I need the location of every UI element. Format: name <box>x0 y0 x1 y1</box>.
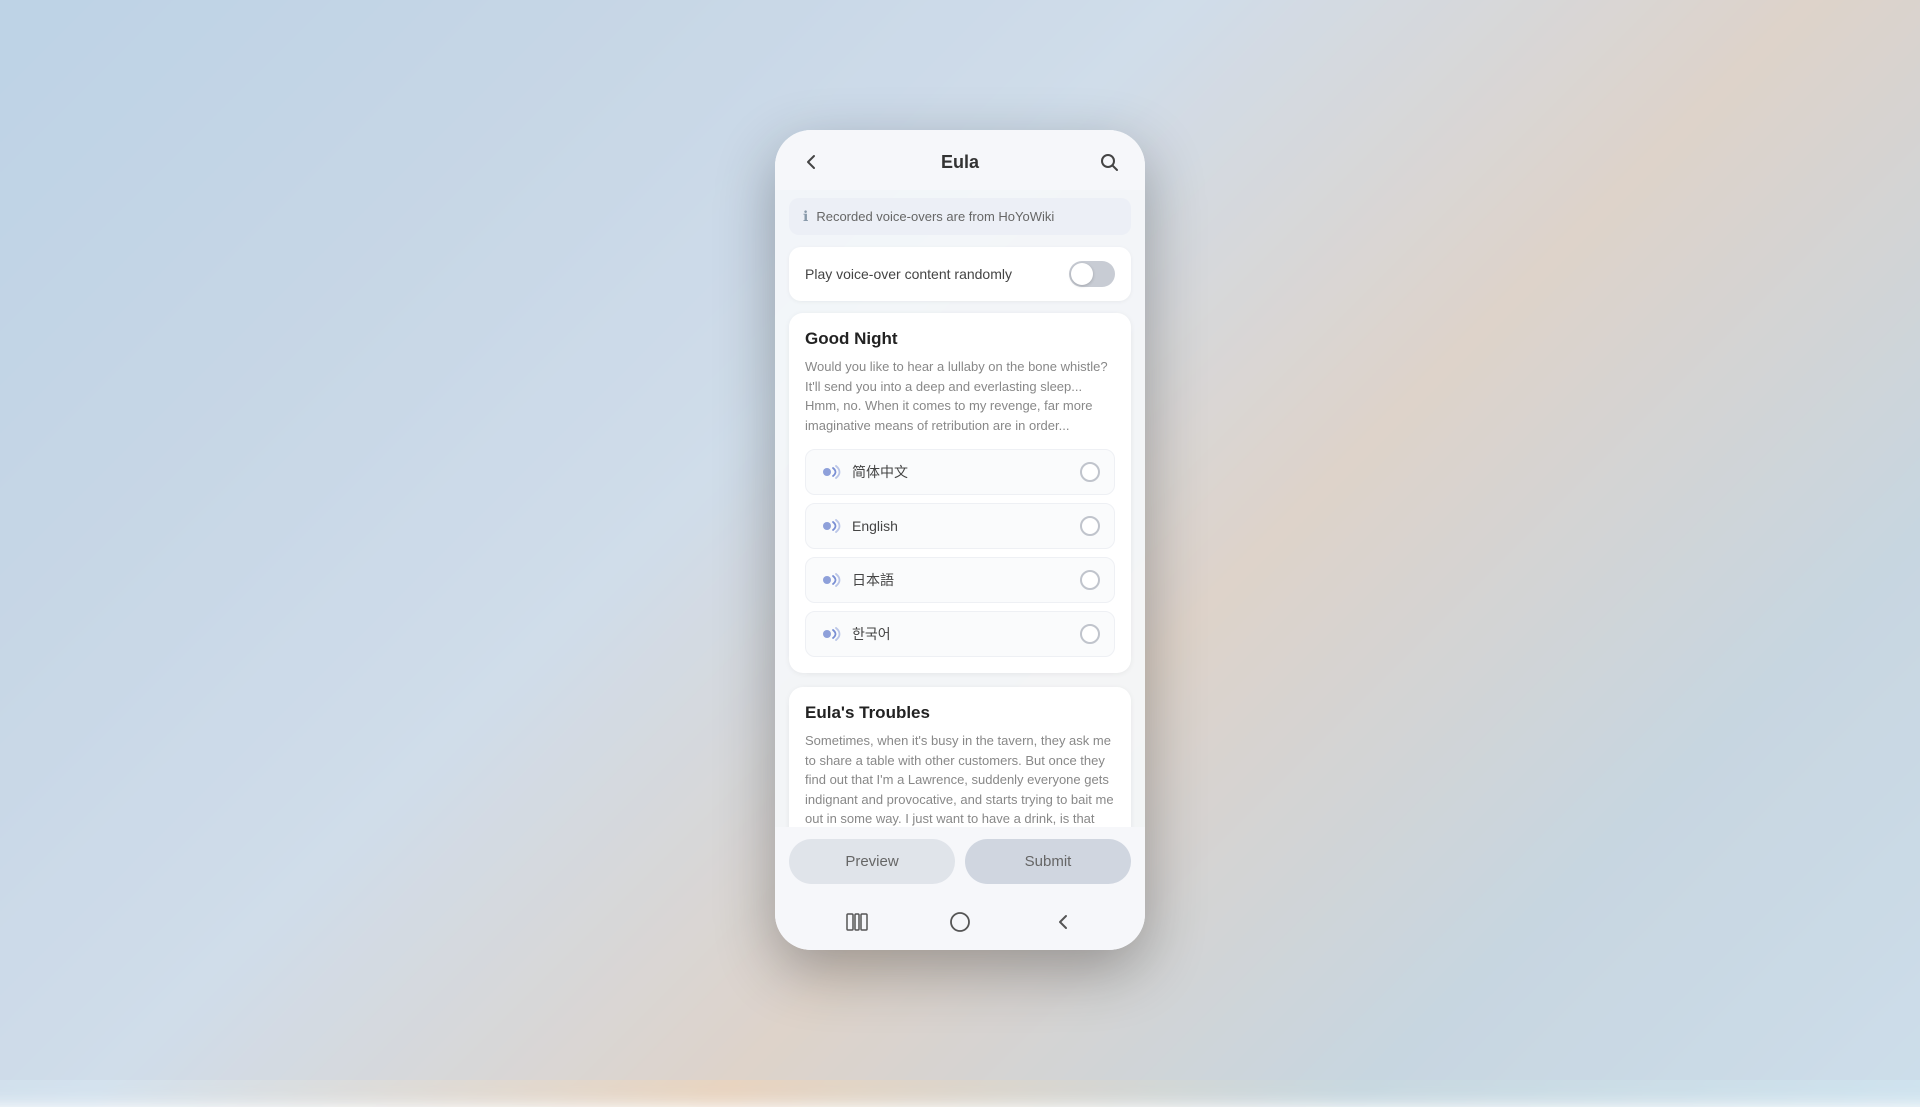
lang-name-ko-1: 한국어 <box>852 624 891 644</box>
section-troubles-desc: Sometimes, when it's busy in the tavern,… <box>805 731 1115 827</box>
submit-button[interactable]: Submit <box>965 839 1131 884</box>
section-troubles-title: Eula's Troubles <box>805 703 1115 723</box>
info-text: Recorded voice-overs are from HoYoWiki <box>816 209 1054 224</box>
audio-icon-en-1 <box>820 517 842 535</box>
radio-ja-1[interactable] <box>1080 570 1100 590</box>
lang-option-ja-1[interactable]: 日本語 <box>805 557 1115 603</box>
audio-icon-zh-cn-1 <box>820 463 842 481</box>
radio-ko-1[interactable] <box>1080 624 1100 644</box>
nav-home-icon[interactable] <box>946 908 974 936</box>
lang-name-zh-cn-1: 简体中文 <box>852 462 908 482</box>
lang-name-ja-1: 日本語 <box>852 570 894 590</box>
main-content: ℹ Recorded voice-overs are from HoYoWiki… <box>775 190 1145 827</box>
audio-icon-ko-1 <box>820 625 842 643</box>
bottom-buttons: Preview Submit <box>775 827 1145 898</box>
lang-option-zh-cn-1[interactable]: 简体中文 <box>805 449 1115 495</box>
toggle-knob <box>1071 263 1093 285</box>
voice-toggle-label: Play voice-over content randomly <box>805 266 1012 282</box>
preview-button[interactable]: Preview <box>789 839 955 884</box>
radio-zh-cn-1[interactable] <box>1080 462 1100 482</box>
section-good-night-title: Good Night <box>805 329 1115 349</box>
page-title: Eula <box>941 152 979 173</box>
nav-bar <box>775 898 1145 950</box>
section-good-night: Good Night Would you like to hear a lull… <box>789 313 1131 673</box>
info-banner: ℹ Recorded voice-overs are from HoYoWiki <box>789 198 1131 235</box>
phone-frame: Eula ℹ Recorded voice-overs are from HoY… <box>775 130 1145 950</box>
header: Eula <box>775 130 1145 190</box>
lang-name-en-1: English <box>852 518 898 534</box>
voice-toggle-switch[interactable] <box>1069 261 1115 287</box>
radio-en-1[interactable] <box>1080 516 1100 536</box>
voice-toggle-row: Play voice-over content randomly <box>789 247 1131 301</box>
back-button[interactable] <box>795 146 827 178</box>
lang-option-en-1[interactable]: English <box>805 503 1115 549</box>
section-good-night-desc: Would you like to hear a lullaby on the … <box>805 357 1115 435</box>
lang-option-ko-1[interactable]: 한국어 <box>805 611 1115 657</box>
nav-back-icon[interactable] <box>1049 908 1077 936</box>
nav-menu-icon[interactable] <box>843 908 871 936</box>
section-eulas-troubles: Eula's Troubles Sometimes, when it's bus… <box>789 687 1131 827</box>
search-button[interactable] <box>1093 146 1125 178</box>
info-icon: ℹ <box>803 208 808 225</box>
audio-icon-ja-1 <box>820 571 842 589</box>
